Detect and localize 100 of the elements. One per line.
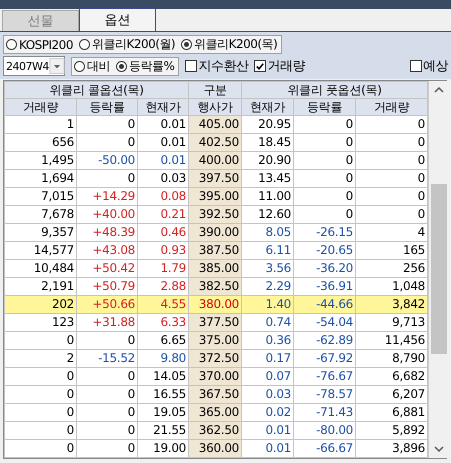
table-cell: 0: [76, 440, 138, 458]
table-cell: 387.50: [188, 242, 242, 260]
table-cell: 1,694: [4, 170, 76, 188]
table-cell: -78.57: [294, 386, 356, 404]
column-header: 등락률: [294, 98, 356, 116]
table-cell: 7,015: [4, 188, 76, 206]
table-cell: 3.56: [242, 260, 294, 278]
table-cell: 1.79: [138, 260, 188, 278]
scrollbar[interactable]: [428, 81, 449, 458]
table-cell: +31.88: [76, 314, 138, 332]
table-cell: -62.89: [294, 332, 356, 350]
table-cell: 0: [356, 188, 428, 206]
table-cell: 4.55: [138, 296, 188, 314]
table-cell: +50.42: [76, 260, 138, 278]
table-cell: 11,456: [356, 332, 428, 350]
table-cell: 202: [4, 296, 76, 314]
table-cell: +48.39: [76, 224, 138, 242]
column-group-header: 구분: [188, 82, 242, 98]
display-radio[interactable]: 등락률%: [116, 58, 174, 74]
table-cell: 0.17: [242, 350, 294, 368]
table-cell: 1: [4, 116, 76, 134]
table-cell: 0.01: [138, 116, 188, 134]
table-cell: 0.93: [138, 242, 188, 260]
table-cell: 0.01: [242, 422, 294, 440]
table-cell: 0: [356, 152, 428, 170]
table-cell: 0: [76, 134, 138, 152]
scroll-thumb[interactable]: [431, 184, 447, 354]
table-cell: 0: [356, 170, 428, 188]
market-radio[interactable]: 위클리K200(월): [78, 36, 176, 53]
table-cell: 10,484: [4, 260, 76, 278]
table-cell: +43.08: [76, 242, 138, 260]
table-cell: 0: [76, 170, 138, 188]
table-cell: 4: [356, 224, 428, 242]
table-cell: 6.33: [138, 314, 188, 332]
table-cell: +14.29: [76, 188, 138, 206]
table-cell: 11.00: [242, 188, 294, 206]
column-header: 거래량: [4, 98, 76, 116]
table-cell: 3,896: [356, 440, 428, 458]
table-cell: 2,191: [4, 278, 76, 296]
display-radio[interactable]: 대비: [74, 58, 110, 74]
table-cell: 360.00: [188, 440, 242, 458]
table-cell: 0: [4, 332, 76, 350]
table-cell: -66.67: [294, 440, 356, 458]
table-cell: 123: [4, 314, 76, 332]
table-cell: 20.90: [242, 152, 294, 170]
table-cell: 0: [356, 206, 428, 224]
column-header: 거래량: [356, 98, 428, 116]
table-cell: 0: [76, 368, 138, 386]
table-cell: -76.67: [294, 368, 356, 386]
table-cell: 14,577: [4, 242, 76, 260]
table-cell: 14.05: [138, 368, 188, 386]
table-cell: 0: [294, 116, 356, 134]
tab[interactable]: 옵션: [79, 8, 156, 31]
table-cell: 0.21: [138, 206, 188, 224]
table-cell: -26.15: [294, 224, 356, 242]
table-cell: 21.55: [138, 422, 188, 440]
table-cell: 367.50: [188, 386, 242, 404]
table-cell: 256: [356, 260, 428, 278]
column-group-header: 위클리 콜옵션(목): [4, 82, 188, 98]
table-cell: 375.00: [188, 332, 242, 350]
table-cell: 16.55: [138, 386, 188, 404]
table-cell: 0: [294, 170, 356, 188]
table-cell: -54.04: [294, 314, 356, 332]
table-cell: -15.52: [76, 350, 138, 368]
table-cell: 0: [76, 386, 138, 404]
table-cell: 0: [294, 188, 356, 206]
table-cell: 7,678: [4, 206, 76, 224]
table-cell: 380.00: [188, 296, 242, 314]
table-cell: 0: [294, 206, 356, 224]
table-cell: 3,842: [356, 296, 428, 314]
column-header: 현재가: [242, 98, 294, 116]
market-radio[interactable]: 위클리K200(목): [181, 36, 278, 53]
option-checkbox[interactable]: 지수환산: [185, 57, 248, 75]
table-cell: +50.79: [76, 278, 138, 296]
table-cell: 0: [76, 404, 138, 422]
option-checkbox[interactable]: 거래량: [254, 57, 305, 75]
table-cell: 13.45: [242, 170, 294, 188]
table-cell: +50.66: [76, 296, 138, 314]
table-cell: 19.00: [138, 440, 188, 458]
table-cell: +40.00: [76, 206, 138, 224]
table-cell: 9,357: [4, 224, 76, 242]
estimate-checkbox[interactable]: 예상: [410, 57, 448, 75]
expiry-dropdown[interactable]: 2407W4: [3, 56, 65, 76]
table-cell: 6.11: [242, 242, 294, 260]
table-cell: 5,892: [356, 422, 428, 440]
table-cell: 395.00: [188, 188, 242, 206]
table-cell: 1.40: [242, 296, 294, 314]
market-radio[interactable]: KOSPI200: [6, 38, 73, 52]
table-cell: 370.00: [188, 368, 242, 386]
table-cell: 400.00: [188, 152, 242, 170]
table-cell: 6,881: [356, 404, 428, 422]
table-cell: 0: [4, 440, 76, 458]
table-cell: 0: [294, 134, 356, 152]
table-cell: 0: [4, 368, 76, 386]
table-cell: 9.80: [138, 350, 188, 368]
table-cell: 405.00: [188, 116, 242, 134]
table-cell: 0.03: [242, 386, 294, 404]
table-cell: 365.00: [188, 404, 242, 422]
table-cell: 0.02: [242, 404, 294, 422]
table-cell: 392.50: [188, 206, 242, 224]
